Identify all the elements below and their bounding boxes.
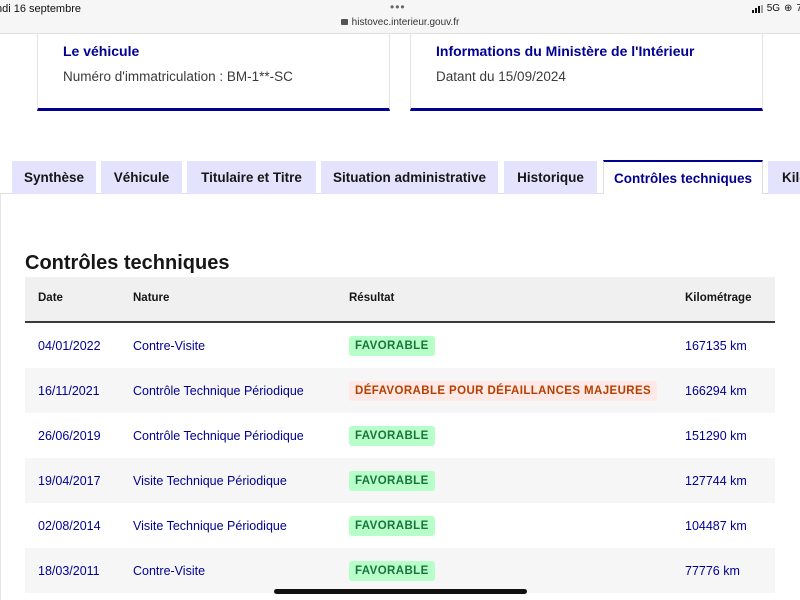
table-row: 16/11/2021 Contrôle Technique Périodique… — [25, 368, 775, 413]
lock-icon — [340, 19, 348, 25]
registration-number: Numéro d'immatriculation : BM-1**-SC — [63, 69, 293, 84]
cell-nature: Visite Technique Périodique — [133, 474, 287, 488]
cell-mileage: 127744 km — [685, 474, 747, 488]
header-date: Date — [38, 292, 63, 304]
result-badge: FAVORABLE — [349, 426, 435, 446]
header-result: Résultat — [349, 292, 395, 304]
browser-status-bar: ndi 16 septembre ••• histovec.interieur.… — [0, 0, 800, 34]
address-url: histovec.interieur.gouv.fr — [351, 17, 460, 28]
result-badge: FAVORABLE — [349, 516, 435, 536]
tab-situation-administrative[interactable]: Situation administrative — [321, 161, 498, 194]
status-indicators: 5G ⊕ 7 — [751, 3, 800, 14]
section-title: Contrôles techniques — [25, 252, 230, 274]
header-mileage: Kilométrage — [685, 292, 752, 304]
result-badge: FAVORABLE — [349, 336, 435, 356]
orientation-lock-icon: ⊕ — [784, 3, 793, 14]
vehicle-card: Le véhicule Numéro d'immatriculation : B… — [37, 34, 390, 111]
cell-nature: Contrôle Technique Périodique — [133, 384, 304, 398]
cell-date: 26/06/2019 — [38, 429, 101, 443]
more-dots-icon[interactable]: ••• — [390, 0, 406, 14]
inspections-table: Date Nature Résultat Kilométrage 04/01/2… — [25, 277, 775, 593]
cell-date: 16/11/2021 — [38, 384, 100, 398]
cell-nature: Visite Technique Périodique — [133, 519, 287, 533]
result-badge: DÉFAVORABLE POUR DÉFAILLANCES MAJEURES — [349, 381, 658, 401]
data-date: Datant du 15/09/2024 — [436, 69, 566, 84]
result-badge: FAVORABLE — [349, 561, 435, 581]
tab-controles-techniques[interactable]: Contrôles techniques — [603, 160, 763, 194]
tab-synthese[interactable]: Synthèse — [12, 161, 96, 194]
cell-mileage: 77776 km — [685, 564, 740, 578]
cell-nature: Contrôle Technique Périodique — [133, 429, 304, 443]
tab-historique[interactable]: Historique — [504, 161, 597, 194]
tab-bar: Synthèse Véhicule Titulaire et Titre Sit… — [0, 160, 800, 194]
header-nature: Nature — [133, 292, 170, 304]
table-header: Date Nature Résultat Kilométrage — [25, 277, 775, 323]
cell-mileage: 166294 km — [685, 384, 747, 398]
ministry-card: Informations du Ministère de l'Intérieur… — [410, 34, 763, 111]
battery-label: 7 — [796, 3, 800, 14]
cell-nature: Contre-Visite — [133, 339, 206, 353]
ministry-card-title: Informations du Ministère de l'Intérieur — [436, 43, 695, 59]
home-indicator[interactable] — [274, 589, 527, 594]
signal-icon — [751, 4, 763, 13]
tab-kilometrage[interactable]: Kilo — [768, 161, 800, 194]
cell-mileage: 104487 km — [685, 519, 747, 533]
result-badge: FAVORABLE — [349, 471, 435, 491]
address-bar[interactable]: histovec.interieur.gouv.fr — [0, 17, 800, 28]
cell-mileage: 167135 km — [685, 339, 747, 353]
cell-date: 02/08/2014 — [38, 519, 101, 533]
cell-date: 04/01/2022 — [38, 339, 101, 353]
cell-date: 18/03/2011 — [38, 564, 100, 578]
network-label: 5G — [766, 3, 781, 14]
table-row: 18/03/2011 Contre-Visite FAVORABLE 77776… — [25, 548, 775, 593]
status-time: ndi 16 septembre — [0, 3, 81, 15]
table-row: 04/01/2022 Contre-Visite FAVORABLE 16713… — [25, 323, 775, 368]
cell-nature: Contre-Visite — [133, 564, 206, 578]
cell-mileage: 151290 km — [685, 429, 747, 443]
table-row: 02/08/2014 Visite Technique Périodique F… — [25, 503, 775, 548]
table-row: 19/04/2017 Visite Technique Périodique F… — [25, 458, 775, 503]
tab-titulaire[interactable]: Titulaire et Titre — [187, 161, 316, 194]
table-row: 26/06/2019 Contrôle Technique Périodique… — [25, 413, 775, 458]
tab-vehicule[interactable]: Véhicule — [101, 161, 182, 194]
vehicle-card-title: Le véhicule — [63, 43, 140, 59]
cell-date: 19/04/2017 — [38, 474, 101, 488]
